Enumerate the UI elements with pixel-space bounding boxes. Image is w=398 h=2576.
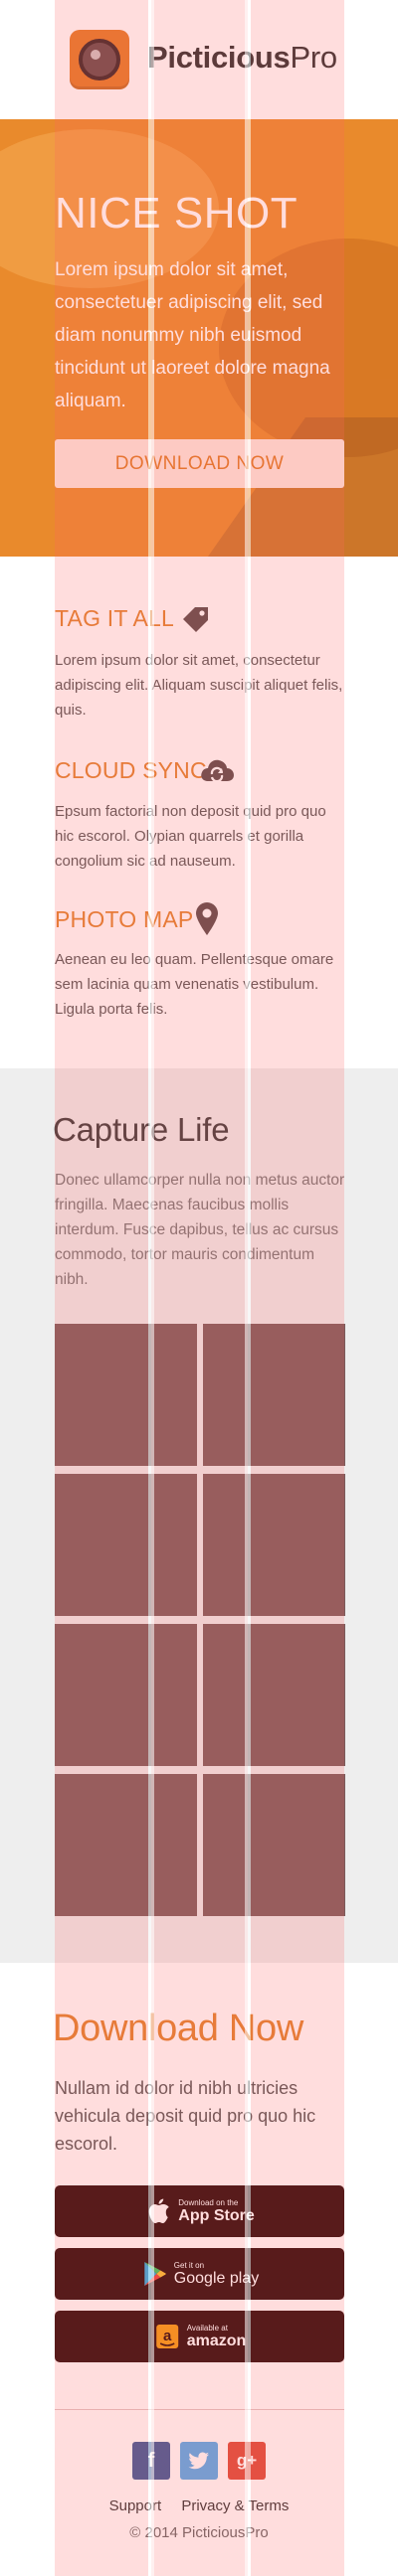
gallery-tile[interactable]: [55, 1774, 197, 1916]
page: PicticiousPro NICE SHOT Lorem ipsum dolo…: [0, 0, 398, 2576]
twitter-icon[interactable]: [180, 2442, 218, 2480]
google-play-icon: [140, 2260, 168, 2288]
apple-icon: [144, 2197, 172, 2225]
amazon-big-text: amazon: [186, 2332, 247, 2349]
amazon-icon: a: [153, 2323, 181, 2350]
feature-text-map: Aenean eu leo quam. Pellentesque omare s…: [55, 951, 334, 1018]
download-text: Nullam id dolor id nibh ultricies vehicu…: [55, 2078, 316, 2154]
footer-divider: [55, 2409, 344, 2410]
app-store-small-text: Download on the: [178, 2197, 239, 2207]
gallery-text: Donec ullamcorper nulla non metus auctor…: [55, 1172, 345, 1288]
camera-lens-icon: [79, 39, 120, 80]
gallery-tile[interactable]: [203, 1324, 345, 1466]
svg-text:a: a: [163, 2328, 172, 2344]
feature-title-map: PHOTO MAP: [55, 906, 194, 932]
gallery-title: Capture Life: [53, 1111, 230, 1148]
cloud-sync-icon: [199, 755, 235, 785]
brand-name-regular: Pro: [290, 40, 337, 75]
feature-title-tag: TAG IT ALL: [55, 605, 175, 631]
copyright-text: © 2014 PicticiousPro: [129, 2524, 269, 2541]
brand-name[interactable]: PicticiousPro: [147, 40, 337, 76]
map-pin-icon: [194, 900, 220, 936]
app-store-big-text: App Store: [178, 2206, 255, 2224]
google-play-button[interactable]: Get it on Google play: [55, 2248, 344, 2300]
download-title: Download Now: [53, 2008, 303, 2049]
gallery-tile[interactable]: [55, 1624, 197, 1766]
gallery-tile[interactable]: [203, 1774, 345, 1916]
gallery-tile[interactable]: [55, 1474, 197, 1616]
app-logo-icon[interactable]: [70, 30, 129, 89]
facebook-icon[interactable]: f: [132, 2442, 170, 2480]
privacy-terms-link[interactable]: Privacy & Terms: [181, 2497, 289, 2514]
hero-title: NICE SHOT: [55, 189, 298, 238]
google-plus-icon[interactable]: g+: [228, 2442, 266, 2480]
amazon-small-text: Available at: [186, 2323, 228, 2333]
google-play-big-text: Google play: [173, 2269, 260, 2287]
gallery-tile[interactable]: [55, 1324, 197, 1466]
download-now-button[interactable]: DOWNLOAD NOW: [55, 439, 344, 488]
gallery-tile[interactable]: [203, 1474, 345, 1616]
hero-text: Lorem ipsum dolor sit amet, consectetuer…: [55, 259, 330, 411]
brand-name-bold: Picticious: [147, 40, 291, 75]
support-link[interactable]: Support: [109, 2497, 162, 2514]
feature-title-cloud: CLOUD SYNC: [55, 757, 207, 783]
app-store-button[interactable]: Download on the App Store: [55, 2185, 344, 2237]
gallery-tile[interactable]: [203, 1624, 345, 1766]
amazon-button[interactable]: a Available at amazon: [55, 2311, 344, 2362]
footer-links: Support Privacy & Terms: [0, 2497, 398, 2514]
feature-text-tag: Lorem ipsum dolor sit amet, consectetur …: [55, 652, 343, 719]
tag-icon: [180, 602, 210, 632]
feature-text-cloud: Epsum factorial non deposit quid pro quo…: [55, 803, 326, 870]
header: PicticiousPro: [0, 0, 398, 119]
google-play-small-text: Get it on: [173, 2260, 205, 2270]
